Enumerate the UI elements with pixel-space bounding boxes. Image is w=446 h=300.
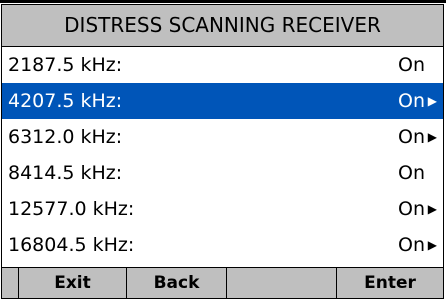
top-border	[0, 0, 446, 3]
channel-status: On	[398, 198, 425, 220]
channel-status: On	[398, 90, 425, 112]
channel-row-3[interactable]: 8414.5 kHz: On	[2, 155, 443, 191]
channel-row-0[interactable]: 2187.5 kHz: On	[2, 47, 443, 83]
channel-frequency: 16804.5 kHz:	[8, 234, 135, 256]
channel-status: On	[398, 54, 425, 76]
channel-frequency: 12577.0 kHz:	[8, 198, 135, 220]
channel-status: On	[398, 234, 425, 256]
enter-button[interactable]: Enter	[336, 268, 443, 298]
channel-frequency: 6312.0 kHz:	[8, 126, 123, 148]
blank-softkey[interactable]	[226, 268, 336, 298]
channel-frequency: 2187.5 kHz:	[8, 54, 123, 76]
channel-row-4[interactable]: 12577.0 kHz: On ▶	[2, 191, 443, 227]
channel-frequency: 8414.5 kHz:	[8, 162, 123, 184]
channel-row-5[interactable]: 16804.5 kHz: On ▶	[2, 227, 443, 263]
softkey-bar: Exit Back Enter	[2, 267, 443, 298]
submenu-arrow-icon: ▶	[427, 130, 437, 144]
channel-status: On	[398, 162, 425, 184]
channel-frequency: 4207.5 kHz:	[8, 90, 123, 112]
back-button[interactable]: Back	[126, 268, 226, 298]
submenu-arrow-icon: ▶	[427, 238, 437, 252]
screen-title: DISTRESS SCANNING RECEIVER	[2, 5, 443, 47]
channel-row-1[interactable]: 4207.5 kHz: On ▶	[2, 83, 443, 119]
submenu-arrow-icon: ▶	[427, 202, 437, 216]
radio-screen: DISTRESS SCANNING RECEIVER 2187.5 kHz: O…	[1, 4, 444, 299]
channel-status: On	[398, 126, 425, 148]
channel-row-2[interactable]: 6312.0 kHz: On ▶	[2, 119, 443, 155]
exit-button[interactable]: Exit	[18, 268, 126, 298]
submenu-arrow-icon: ▶	[427, 94, 437, 108]
softkey-spacer	[2, 268, 18, 298]
channel-list: 2187.5 kHz: On 4207.5 kHz: On ▶ 6312.0 k…	[2, 47, 443, 263]
